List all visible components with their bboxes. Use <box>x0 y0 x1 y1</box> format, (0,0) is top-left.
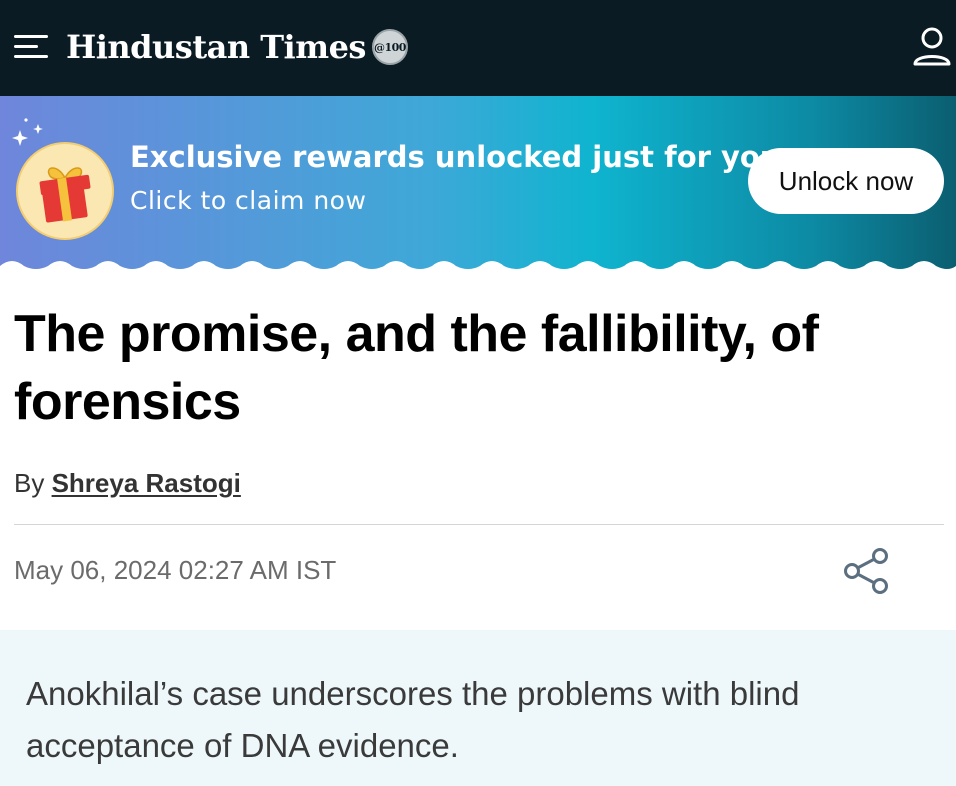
byline: By Shreya Rastogi <box>14 468 241 499</box>
article-headline: The promise, and the fallibility, of for… <box>14 305 819 431</box>
share-icon[interactable] <box>842 546 890 596</box>
gift-badge <box>16 142 114 240</box>
promo-title: Exclusive rewards unlocked just for you, <box>130 140 792 174</box>
author-link[interactable]: Shreya Rastogi <box>52 468 241 498</box>
publish-timestamp: May 06, 2024 02:27 AM IST <box>14 555 337 585</box>
top-navigation-bar: Hindustan Times @100 <box>0 0 956 96</box>
hamburger-menu-icon[interactable] <box>14 33 48 61</box>
banner-wave-edge <box>0 261 956 280</box>
brand-name: Hindustan Times <box>66 28 366 66</box>
rewards-promo-banner[interactable]: Exclusive rewards unlocked just for you,… <box>0 96 956 280</box>
unlock-now-button[interactable]: Unlock now <box>748 148 944 214</box>
gift-box-icon <box>39 167 91 223</box>
article-summary-box: Anokhilal’s case underscores the problem… <box>0 630 956 786</box>
byline-prefix: By <box>14 468 45 498</box>
byline-divider <box>14 524 944 525</box>
user-profile-icon[interactable] <box>912 26 952 68</box>
promo-subtitle: Click to claim now <box>130 186 367 215</box>
centenary-seal-badge: @100 <box>371 29 408 65</box>
article-summary: Anokhilal’s case underscores the problem… <box>26 675 800 764</box>
site-logo[interactable]: Hindustan Times @100 <box>66 24 408 70</box>
